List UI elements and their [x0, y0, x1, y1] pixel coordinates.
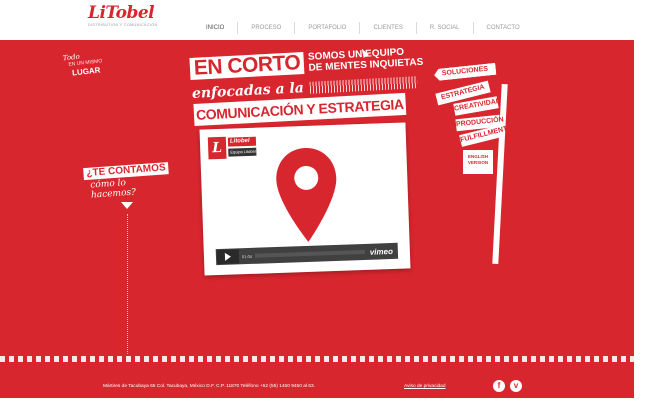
footer: Mártires de Tacubaya 65 Col. Tacubaya, M… — [0, 377, 634, 398]
video-logo: L Litobel Equipo Litobel — [207, 136, 257, 160]
top-navigation-bar: LiTobel DISTRIBUTION Y COMUNICACIÓN INIC… — [0, 0, 634, 40]
nav-item-contacto[interactable]: CONTACTO — [472, 22, 533, 34]
video-progress-bar[interactable] — [254, 249, 365, 258]
english-version-button[interactable]: ENGLISH VERSION — [463, 150, 493, 174]
vimeo-link[interactable]: vimeo — [370, 246, 393, 256]
privacy-link[interactable]: Aviso de privacidad — [404, 382, 446, 392]
main-nav: INICIO PROCESO PORTAFOLIO CLIENTES R. SO… — [193, 22, 533, 34]
headline-en-corto: EN CORTO — [189, 51, 305, 80]
dotted-guide-line — [127, 214, 128, 354]
logo-wordmark: LiTobel — [88, 3, 155, 23]
page: LiTobel DISTRIBUTION Y COMUNICACIÓN INIC… — [0, 0, 634, 398]
nav-item-portafolio[interactable]: PORTAFOLIO — [294, 22, 359, 34]
nav-item-red-social[interactable]: R. SOCIAL — [415, 22, 473, 34]
video-time: 01:04 — [241, 253, 253, 259]
signpost-pole — [492, 83, 508, 265]
te-contamos-subtitle: cómo lo hacemos? — [90, 178, 137, 201]
video-player[interactable]: L Litobel Equipo Litobel 01:04 vimeo — [199, 122, 411, 276]
litobel-logo[interactable]: LiTobel DISTRIBUTION Y COMUNICACIÓN — [88, 3, 158, 36]
sign-soluciones[interactable]: SOLUCIONES — [434, 63, 497, 81]
arrow-down-icon[interactable] — [121, 202, 133, 209]
vimeo-icon[interactable]: v — [510, 380, 522, 392]
nav-item-proceso[interactable]: PROCESO — [237, 22, 294, 34]
nav-item-inicio[interactable]: INICIO — [193, 22, 237, 34]
video-logo-sub: Equipo Litobel — [228, 147, 257, 157]
footer-address: Mártires de Tacubaya 65 Col. Tacubaya, M… — [103, 384, 315, 389]
facebook-icon[interactable]: f — [493, 380, 505, 392]
decorative-stripe — [309, 76, 419, 94]
english-version-line-2: VERSION — [467, 160, 489, 165]
dashed-divider — [0, 356, 634, 362]
video-controls: 01:04 vimeo — [215, 242, 399, 266]
map-pin-icon — [276, 147, 337, 242]
video-logo-word: Litobel — [227, 136, 257, 147]
play-button[interactable] — [216, 249, 240, 265]
todo-en-un-mismo-lugar-badge: Todo EN UN MISMO LUGAR — [58, 49, 113, 88]
te-contamos-link[interactable]: ¿TE CONTAMOS cómo lo hacemos? — [83, 157, 173, 201]
nav-item-clientes[interactable]: CLIENTES — [359, 22, 415, 34]
play-icon — [224, 252, 232, 261]
video-logo-letter: L — [207, 136, 227, 160]
logo-tagline: DISTRIBUTION Y COMUNICACIÓN — [88, 23, 158, 27]
